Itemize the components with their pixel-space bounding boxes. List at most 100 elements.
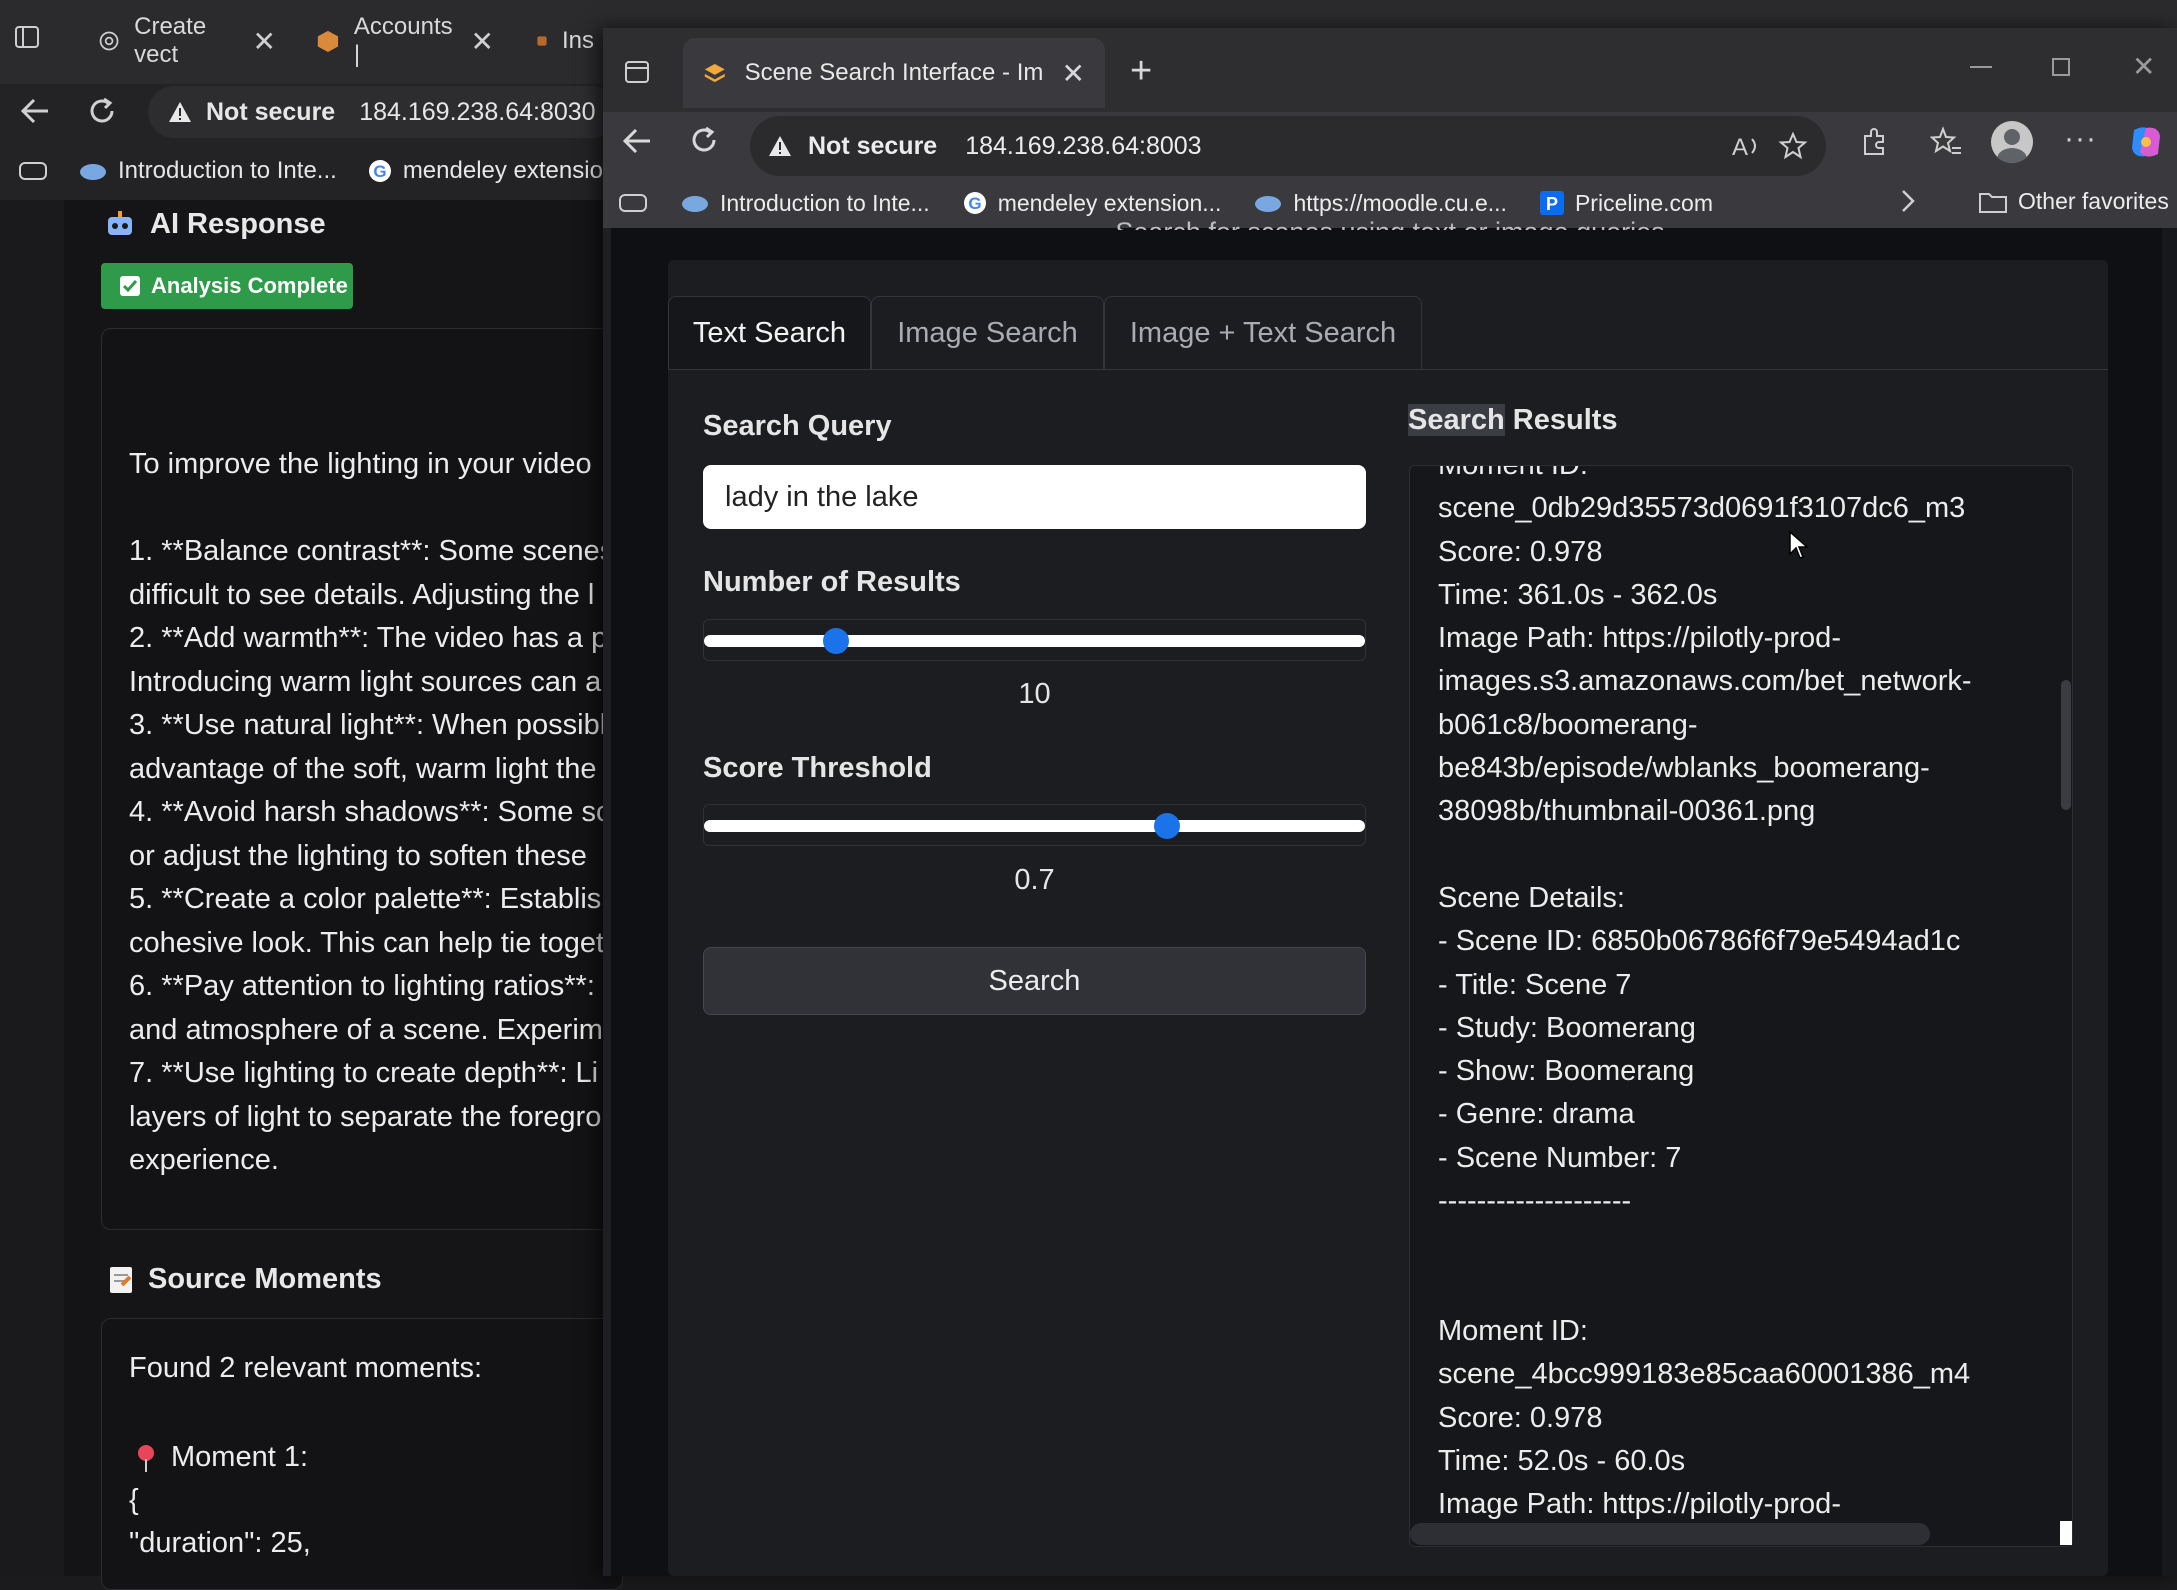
- response-line: layers of light to separate the foregro: [129, 1100, 602, 1133]
- moment-header: Moment 1:: [135, 1436, 308, 1480]
- close-tab-icon[interactable]: ✕: [1062, 57, 1085, 90]
- response-line: To improve the lighting in your video: [129, 448, 592, 480]
- background-tab-1[interactable]: Create vect ✕: [82, 10, 292, 72]
- minimize-icon[interactable]: [1970, 66, 1992, 68]
- new-tab-icon[interactable]: +: [1130, 52, 1152, 90]
- source-moments-header: Source Moments: [108, 1263, 382, 1296]
- tab-text-search[interactable]: Text Search: [668, 296, 871, 370]
- pin-icon: [138, 1444, 154, 1472]
- close-window-icon[interactable]: ✕: [2132, 50, 2155, 83]
- sidebar-toggle-icon[interactable]: [624, 59, 650, 85]
- response-line: Introducing warm light sources can a: [129, 665, 602, 698]
- response-text: To improve the lighting in your video 1.…: [129, 443, 604, 1183]
- results-resize-handle[interactable]: [2060, 1521, 2072, 1545]
- robot-icon: [108, 210, 132, 235]
- results-horizontal-scrollbar[interactable]: [1410, 1523, 1930, 1545]
- app-icon: [537, 36, 547, 46]
- favorite-item[interactable]: Introduction to Inte...: [78, 157, 337, 185]
- url-text: 184.169.238.64:8003: [965, 131, 1202, 160]
- reload-icon[interactable]: [688, 124, 720, 156]
- response-line: or adjust the lighting to soften these: [129, 839, 587, 872]
- tab-image-search[interactable]: Image Search: [871, 296, 1104, 370]
- tab-label: Accounts |: [353, 13, 453, 68]
- search-button[interactable]: Search: [703, 947, 1366, 1015]
- more-menu-icon[interactable]: ···: [2064, 122, 2097, 156]
- json-line: {: [129, 1484, 139, 1516]
- back-icon[interactable]: [620, 126, 654, 156]
- num-results-slider[interactable]: [703, 619, 1366, 661]
- warning-icon: [769, 136, 791, 156]
- score-threshold-slider[interactable]: [703, 804, 1366, 846]
- active-tab[interactable]: Scene Search Interface - Image ar ✕: [683, 38, 1105, 108]
- status-badge: Analysis Complete: [101, 263, 353, 309]
- response-line: 2. **Add warmth**: The video has a p: [129, 622, 604, 654]
- results-label-highlight: Search: [1408, 404, 1505, 436]
- tab-label: Create vect: [134, 13, 207, 68]
- address-bar[interactable]: Not secure 184.169.238.64:8003 A: [750, 116, 1826, 176]
- search-query-label: Search Query: [703, 410, 892, 442]
- response-line: 4. **Avoid harsh shadows**: Some sc: [129, 796, 604, 828]
- avatar[interactable]: [1991, 121, 2033, 163]
- search-results-box[interactable]: Moment ID: scene_0db29d35573d0691f3107dc…: [1409, 465, 2073, 1547]
- url-text: 184.169.238.64:8030: [359, 97, 596, 126]
- json-line: "duration": 25,: [129, 1527, 311, 1559]
- reading-list-icon[interactable]: [18, 159, 48, 183]
- score-threshold-value: 0.7: [1014, 864, 1055, 896]
- search-results-text: Moment ID: scene_0db29d35573d0691f3107dc…: [1438, 465, 1972, 1521]
- favorite-item[interactable]: G mendeley extension...: [367, 157, 636, 185]
- maximize-icon[interactable]: [2052, 58, 2070, 76]
- tab-title: Scene Search Interface - Image ar: [744, 59, 1044, 86]
- read-aloud-icon[interactable]: A: [1732, 133, 1762, 159]
- background-page-gutter: [0, 200, 64, 1576]
- favorite-star-icon[interactable]: [1778, 131, 1808, 161]
- google-icon: G: [368, 160, 391, 182]
- results-label-rest: Results: [1504, 404, 1618, 436]
- response-line: experience.: [129, 1144, 279, 1176]
- favorites-icon[interactable]: [1930, 126, 1962, 158]
- panel-title: AI Response: [150, 208, 326, 240]
- tab-image-text-search[interactable]: Image + Text Search: [1104, 296, 1422, 370]
- response-line: [129, 487, 604, 531]
- app-subtitle: Search for scenes using text or image qu…: [620, 202, 2160, 230]
- document-icon: [110, 1266, 132, 1293]
- check-icon: [120, 276, 140, 296]
- back-icon[interactable]: [18, 96, 52, 126]
- slider-thumb[interactable]: [823, 628, 850, 654]
- warning-icon: [169, 102, 191, 122]
- slider-track: [704, 635, 1365, 647]
- num-results-label: Number of Results: [703, 566, 961, 598]
- mouse-cursor-icon: [1788, 530, 1810, 560]
- slider-track: [704, 820, 1365, 832]
- extensions-icon[interactable]: [1857, 126, 1889, 158]
- background-tab-2[interactable]: Accounts | ✕: [300, 10, 510, 72]
- openai-icon: [99, 31, 119, 51]
- response-line: 3. **Use natural light**: When possibl: [129, 709, 604, 741]
- num-results-value: 10: [1018, 678, 1051, 710]
- response-line: difficult to see details. Adjusting the …: [129, 578, 595, 611]
- sidebar-toggle-icon[interactable]: [14, 24, 40, 50]
- security-label: Not secure: [206, 97, 336, 126]
- background-favorites-bar: Introduction to Inte... G mendeley exten…: [0, 146, 636, 196]
- slider-thumb[interactable]: [1153, 813, 1180, 839]
- background-tab-3[interactable]: Ins: [520, 10, 610, 72]
- layers-icon: [704, 63, 725, 83]
- background-address-bar[interactable]: Not secure 184.169.238.64:8030: [148, 86, 618, 138]
- response-line: cohesive look. This can help tie toget: [129, 926, 604, 959]
- search-results-label: Search Results: [1408, 404, 1618, 437]
- reload-icon[interactable]: [86, 95, 118, 127]
- response-line: and atmosphere of a scene. Experime: [129, 1013, 604, 1046]
- response-line: advantage of the soft, warm light the: [129, 752, 597, 785]
- copilot-icon[interactable]: [2126, 122, 2166, 162]
- close-tab-icon[interactable]: ✕: [471, 25, 494, 58]
- svg-text:G: G: [373, 162, 386, 181]
- response-line: 6. **Pay attention to lighting ratios**:: [129, 970, 595, 1002]
- response-line: 1. **Balance contrast**: Some scenes: [129, 535, 604, 567]
- tab-divider: [668, 369, 2108, 370]
- search-query-input[interactable]: [703, 465, 1366, 529]
- score-threshold-label: Score Threshold: [703, 752, 932, 784]
- response-line: 7. **Use lighting to create depth**: Li: [129, 1057, 599, 1089]
- svg-text:A: A: [1732, 134, 1748, 159]
- close-tab-icon[interactable]: ✕: [253, 25, 276, 58]
- page-scrollbar[interactable]: [2162, 228, 2177, 1576]
- results-vertical-scrollbar[interactable]: [2061, 680, 2071, 810]
